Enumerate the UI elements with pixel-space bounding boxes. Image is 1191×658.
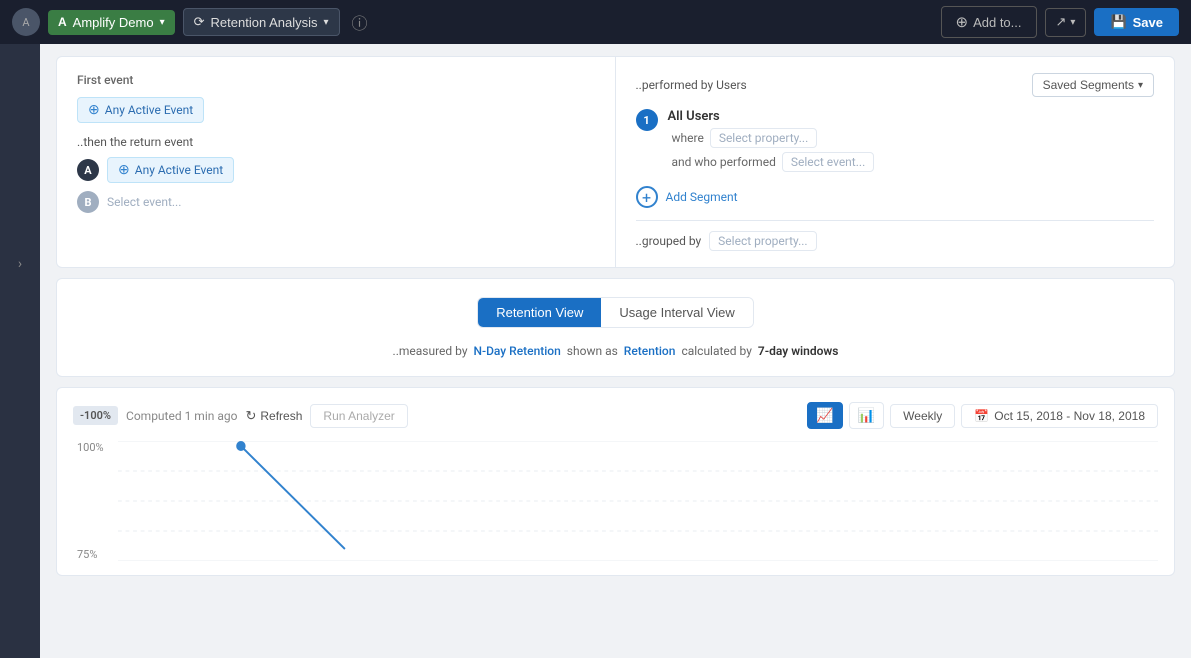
run-analyzer-button[interactable]: Run Analyzer [310,404,407,428]
shown-as-label: shown as [567,344,618,358]
add-segment-label: Add Segment [666,190,738,204]
chart-y-labels: 100% 75% [73,441,108,561]
y-label-75: 75% [77,548,104,561]
add-segment-row[interactable]: + Add Segment [636,186,1155,208]
filter-left-panel: First event ⊕ Any Active Event ..then th… [57,57,616,267]
any-active-event-pill[interactable]: ⊕ Any Active Event [77,97,204,123]
content-area: First event ⊕ Any Active Event ..then th… [40,44,1191,658]
analysis-name-label: Retention Analysis [211,15,318,30]
saved-segments-label: Saved Segments [1043,78,1134,92]
y-label-100: 100% [77,441,104,454]
event-b-badge: B [77,191,99,213]
add-to-button[interactable]: ⊕ Add to... [941,6,1037,38]
chart-area: 100% 75% [73,441,1158,561]
weekly-button[interactable]: Weekly [890,404,955,428]
event-a-row: A ⊕ Any Active Event [77,157,595,183]
add-icon: ⊕ [956,13,969,31]
app-chevron-icon: ▾ [160,17,165,28]
filter-card: First event ⊕ Any Active Event ..then th… [56,56,1175,268]
first-event-label: First event [77,73,595,87]
line-chart-button[interactable]: 📈 [807,402,842,429]
percent-badge: -100% [73,406,118,425]
grouped-by-label: ..grouped by [636,234,702,248]
save-label: Save [1133,15,1163,30]
app-name-label: Amplify Demo [73,15,154,30]
calculated-by-label: calculated by [681,344,751,358]
app-selector-button[interactable]: A Amplify Demo ▾ [48,10,175,35]
event-a-icon: ⊕ [118,162,130,178]
active-event-icon: ⊕ [88,102,100,118]
weekly-label: Weekly [903,409,942,423]
date-range-label: Oct 15, 2018 - Nov 18, 2018 [994,409,1145,423]
line-chart-icon: 📈 [816,407,833,423]
event-select[interactable]: Select event... [782,152,874,172]
view-tab-group: Retention View Usage Interval View [477,297,754,328]
saved-segments-button[interactable]: Saved Segments ▾ [1032,73,1154,97]
topnav: A A Amplify Demo ▾ ⟳ Retention Analysis … [0,0,1191,44]
segment-1-num: 1 [636,109,658,131]
bar-chart-button[interactable]: 📊 [849,402,884,429]
date-range-button[interactable]: 📅 Oct 15, 2018 - Nov 18, 2018 [961,404,1158,428]
bar-chart-icon: 📊 [858,407,875,423]
calculated-value[interactable]: 7-day windows [758,344,839,358]
property-select[interactable]: Select property... [710,128,817,148]
chart-svg-container [118,441,1158,561]
event-a-pill[interactable]: ⊕ Any Active Event [107,157,234,183]
filter-right-panel: ..performed by Users Saved Segments ▾ 1 … [616,57,1175,267]
share-icon: ↗ [1056,15,1067,30]
main-layout: › First event ⊕ Any Active Event ..then … [0,44,1191,658]
analysis-chevron-icon: ▾ [323,17,328,28]
segment-1-row: 1 All Users where Select property... and… [636,109,1155,176]
shown-as-value[interactable]: Retention [624,344,676,358]
calendar-icon: 📅 [974,409,989,423]
where-row: where Select property... [672,128,1155,148]
segment-1-content: All Users where Select property... and w… [668,109,1155,176]
view-card: Retention View Usage Interval View ..mea… [56,278,1175,377]
measured-value[interactable]: N-Day Retention [474,344,561,358]
any-active-event-label: Any Active Event [105,103,193,117]
event-b-row: B Select event... [77,191,595,213]
chart-dot [236,441,245,451]
event-b-placeholder[interactable]: Select event... [107,195,181,209]
chart-toolbar: -100% Computed 1 min ago ↻ Refresh Run A… [73,402,1158,429]
share-button[interactable]: ↗ ▾ [1045,8,1087,37]
save-icon: 💾 [1110,14,1126,30]
tab-usage-interval-view[interactable]: Usage Interval View [601,298,752,327]
performed-header: ..performed by Users Saved Segments ▾ [636,73,1155,97]
info-icon[interactable]: ⓘ [352,10,368,34]
refresh-icon: ↻ [245,408,256,424]
performed-title: ..performed by Users [636,78,747,92]
grouped-select[interactable]: Select property... [709,231,816,251]
and-who-label: and who performed [672,155,776,169]
add-label: Add to... [973,15,1021,30]
event-a-badge: A [77,159,99,181]
where-label: where [672,131,704,145]
add-segment-icon: + [636,186,658,208]
share-chevron-icon: ▾ [1070,17,1075,28]
analysis-icon: ⟳ [194,14,205,30]
chart-card: -100% Computed 1 min ago ↻ Refresh Run A… [56,387,1175,576]
app-logo: A [12,8,40,36]
chart-svg [118,441,1158,561]
tab-retention-view[interactable]: Retention View [478,298,601,327]
grouped-by-row: ..grouped by Select property... [636,220,1155,251]
and-who-row: and who performed Select event... [672,152,1155,172]
chart-right-tools: 📈 📊 Weekly 📅 Oct 15, 2018 - Nov 18, 2018 [807,402,1158,429]
segment-1-name: All Users [668,109,1155,124]
segments-chevron-icon: ▾ [1138,80,1143,91]
refresh-button[interactable]: ↻ Refresh [245,408,302,424]
sidebar-collapse-chevron[interactable]: › [18,256,22,272]
computed-text: Computed 1 min ago [126,409,237,423]
analysis-selector-button[interactable]: ⟳ Retention Analysis ▾ [183,8,340,36]
app-icon: A [58,15,67,29]
save-button[interactable]: 💾 Save [1094,8,1179,36]
sidebar: › [0,44,40,658]
measured-by-label: ..measured by [393,344,468,358]
measure-row: ..measured by N-Day Retention shown as R… [73,344,1158,358]
event-a-label: Any Active Event [135,163,223,177]
refresh-label: Refresh [260,409,302,423]
return-event-label: ..then the return event [77,135,595,149]
